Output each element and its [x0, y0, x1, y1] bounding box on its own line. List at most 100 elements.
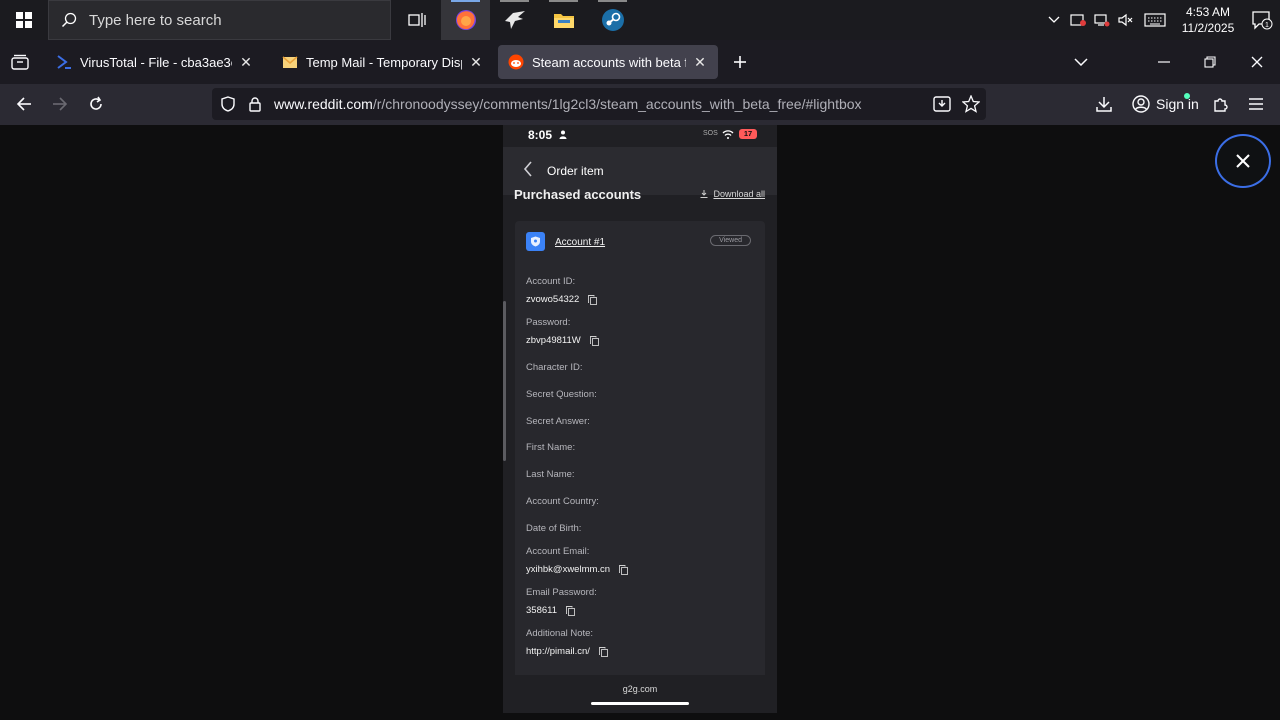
tab-temp-mail[interactable]: Temp Mail - Temporary Disposa ✕ [272, 45, 494, 79]
minimize-button[interactable] [1141, 40, 1187, 84]
tab-title: Steam accounts with beta free : [532, 54, 686, 70]
close-window-button[interactable] [1234, 40, 1280, 84]
new-tab-button[interactable] [724, 46, 756, 78]
lightbox-overlay[interactable]: 8:05 SOS 17 Order item Purchased account… [0, 125, 1280, 720]
firefox-icon [455, 10, 476, 30]
plus-icon [734, 56, 746, 68]
field-label: Additional Note: [526, 628, 594, 639]
phone-status-time: 8:05 [528, 128, 553, 142]
task-view-button[interactable] [392, 0, 441, 40]
restore-icon [1204, 56, 1216, 68]
tray-keyboard-icon[interactable] [1138, 0, 1172, 40]
minimize-icon [1158, 61, 1170, 63]
field-value-text: http://pimail.cn/ [526, 646, 590, 657]
temp-mail-favicon [282, 56, 298, 68]
close-icon [1251, 56, 1263, 68]
viewed-badge: Viewed [710, 235, 751, 246]
windows-logo-icon [16, 12, 32, 28]
purchased-accounts-heading: Purchased accounts [514, 187, 642, 202]
task-view-icon [407, 13, 426, 27]
reader-download-icon[interactable] [933, 96, 951, 112]
clock-date: 11/2/2025 [1181, 21, 1235, 35]
field-label: Secret Answer: [526, 416, 590, 427]
copy-icon [619, 564, 629, 575]
field-value-text: 358611 [526, 605, 557, 616]
field-value-text: zvowo54322 [526, 294, 580, 305]
windows-start-button[interactable] [0, 0, 48, 40]
field-label: Account Country: [526, 496, 599, 507]
search-icon [61, 12, 77, 28]
restore-button[interactable] [1187, 40, 1233, 84]
url-host: www.reddit.com [274, 96, 373, 112]
phone-header-title: Order item [547, 164, 604, 178]
notification-count: 1 [1265, 22, 1269, 29]
field-label: Account ID: [526, 276, 576, 287]
field-value-text: zbvp49811W [526, 335, 581, 346]
back-button[interactable] [8, 88, 40, 120]
battery-badge: 17 [739, 129, 757, 139]
field-label: Date of Birth: [526, 523, 582, 534]
browser-navigation-bar: www.reddit.com/r/chronoodyssey/comments/… [0, 84, 1280, 125]
url-path: /r/chronoodyssey/comments/1lg2cl3/steam_… [372, 96, 862, 112]
url-bar[interactable]: www.reddit.com/r/chronoodyssey/comments/… [212, 88, 986, 120]
bookmark-star-icon[interactable] [962, 95, 980, 113]
copy-icon [566, 605, 575, 616]
phone-status-bar: 8:05 SOS 17 [503, 125, 777, 147]
close-tab-icon[interactable]: ✕ [692, 54, 708, 71]
phone-home-indicator [591, 702, 689, 705]
phone-browser-bottom-bar: g2g.com [503, 675, 777, 713]
reload-button[interactable] [80, 88, 112, 120]
firefox-view-icon [11, 54, 29, 70]
extensions-button[interactable] [1204, 88, 1236, 120]
phone-sos-label: SOS [703, 130, 718, 137]
taskbar-app-eagle[interactable] [490, 0, 539, 40]
sign-in-button[interactable]: Sign in [1126, 88, 1205, 120]
account-card: Account #1 Viewed Account ID: zvowo54322 P… [515, 221, 765, 691]
tray-security-icon[interactable] [1066, 0, 1090, 40]
taskbar-file-explorer[interactable] [539, 0, 588, 40]
field-label: Secret Question: [526, 389, 597, 400]
tray-network-icon[interactable] [1090, 0, 1114, 40]
sign-in-badge-dot [1184, 93, 1190, 99]
taskbar-search-box[interactable]: Type here to search [48, 0, 391, 40]
taskbar-clock[interactable]: 4:53 AM 11/2/2025 [1172, 4, 1244, 36]
tab-reddit-active[interactable]: Steam accounts with beta free : ✕ [498, 45, 718, 79]
hamburger-menu-icon [1249, 98, 1263, 110]
lock-icon[interactable] [249, 96, 261, 112]
windows-taskbar: Type here to search 4:53 AM 11/2/2025 1 [0, 0, 1280, 40]
field-label: Email Password: [526, 587, 597, 598]
forward-button[interactable] [44, 88, 76, 120]
firefox-view-button[interactable] [4, 46, 36, 78]
tab-title: VirusTotal - File - cba3ae3eb5c8 [80, 54, 232, 70]
app-menu-button[interactable] [1240, 88, 1272, 120]
download-icon [700, 190, 708, 198]
tray-overflow-chevron-icon[interactable] [1042, 0, 1066, 40]
eagle-app-icon [504, 11, 525, 29]
virustotal-favicon [57, 55, 71, 69]
tray-volume-muted-icon[interactable] [1114, 0, 1138, 40]
arrow-right-icon [53, 97, 68, 111]
notification-center-button[interactable]: 1 [1244, 10, 1280, 30]
reddit-favicon [508, 54, 524, 70]
close-lightbox-button[interactable] [1215, 134, 1271, 188]
tracking-protection-shield-icon[interactable] [221, 96, 235, 112]
copy-icon [598, 646, 608, 657]
url-text[interactable]: www.reddit.com/r/chronoodyssey/comments/… [274, 96, 862, 112]
field-label: First Name: [526, 442, 576, 453]
person-icon [559, 130, 567, 139]
list-all-tabs-button[interactable] [1058, 40, 1104, 84]
taskbar-steam[interactable] [588, 0, 637, 40]
tab-title: Temp Mail - Temporary Disposa [306, 54, 462, 70]
tab-virustotal[interactable]: VirusTotal - File - cba3ae3eb5c8 ✕ [46, 45, 264, 79]
field-label: Character ID: [526, 362, 583, 373]
lightbox-image-phone-screenshot: 8:05 SOS 17 Order item Purchased account… [503, 125, 777, 713]
close-tab-icon[interactable]: ✕ [468, 54, 484, 71]
copy-icon [589, 335, 599, 346]
downloads-button[interactable] [1088, 88, 1120, 120]
field-label: Last Name: [526, 469, 575, 480]
field-value-text: yxihbk@xwelmm.cn [526, 564, 611, 575]
taskbar-search-placeholder: Type here to search [89, 11, 222, 29]
reload-icon [90, 96, 102, 110]
close-tab-icon[interactable]: ✕ [238, 54, 254, 71]
taskbar-firefox[interactable] [441, 0, 490, 40]
